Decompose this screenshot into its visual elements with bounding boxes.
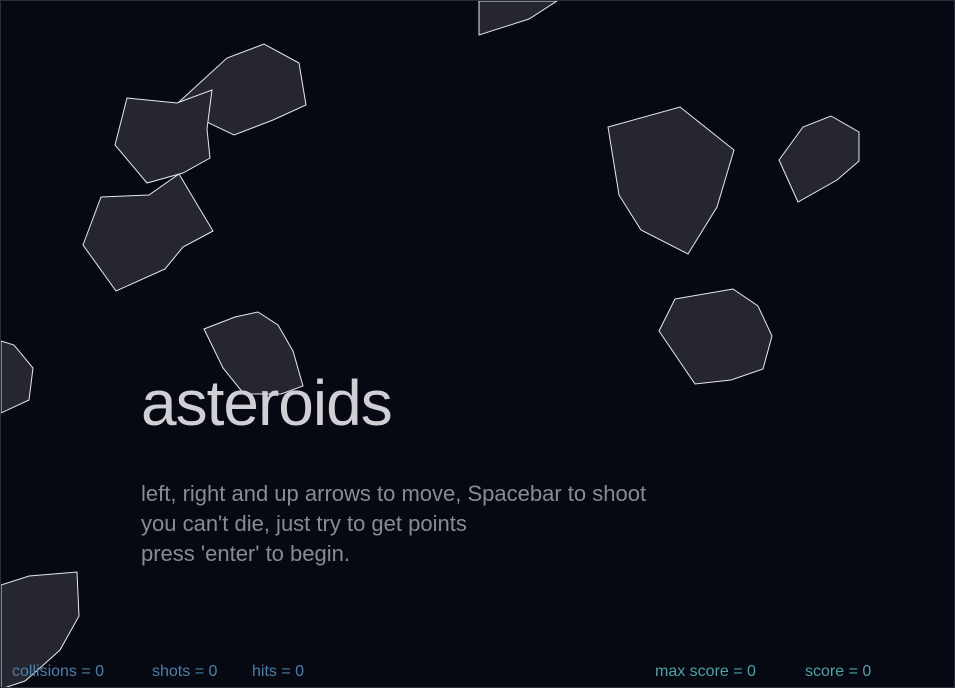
asteroid [82,173,214,292]
hits-counter: hits = 0 [252,663,305,680]
max-score-counter: max score = 0 [655,663,756,680]
asteroid [478,1,558,36]
asteroid [658,288,773,385]
asteroid [607,106,735,255]
instruction-line: left, right and up arrows to move, Space… [141,481,647,506]
collisions-counter: collisions = 0 [12,663,105,680]
instruction-line: press 'enter' to begin. [141,541,350,566]
game-title: asteroids [141,367,393,439]
instructions: left, right and up arrows to move, Space… [141,479,646,569]
score-counter: score = 0 [805,663,872,680]
asteroid-field [1,1,860,687]
instruction-line: you can't die, just try to get points [141,511,467,536]
game-canvas[interactable]: asteroids left, right and up arrows to m… [0,0,955,688]
asteroid [778,115,860,203]
asteroid [1,340,34,414]
asteroid [114,89,213,184]
shots-counter: shots = 0 [152,663,218,680]
